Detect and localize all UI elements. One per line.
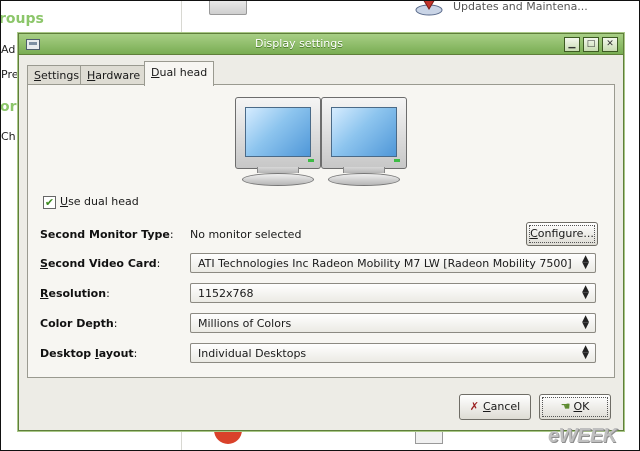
maximize-icon[interactable]: □ xyxy=(583,37,599,52)
desktop-layout-value: Individual Desktops xyxy=(198,347,307,360)
second-video-card-value: ATI Technologies Inc Radeon Mobility M7 … xyxy=(198,257,572,270)
tab-dual-head[interactable]: Dual head xyxy=(144,61,215,86)
background-heading-other: or xyxy=(0,99,17,115)
eweek-watermark: eWEEK xyxy=(548,425,617,447)
desktop-layout-text-b: ayout xyxy=(98,347,134,360)
second-monitor-type-text: Second Monitor Type xyxy=(40,228,170,241)
second-video-card-select[interactable]: ATI Technologies Inc Radeon Mobility M7 … xyxy=(190,253,596,273)
dialog-titlebar[interactable]: Display settings ▁ □ ✕ xyxy=(19,34,623,55)
updown-arrows-icon: ▲ ▼ xyxy=(582,344,589,361)
dual-head-panel: ✔ Use dual head Second Monitor Type: No … xyxy=(27,84,615,378)
use-dual-head-mnemonic: U xyxy=(60,195,69,208)
desktop-layout-label: Desktop layout: xyxy=(40,347,138,360)
dialog-title: Display settings xyxy=(255,37,343,50)
monitor-icon-primary xyxy=(235,97,321,186)
tab-settings-label: ettings xyxy=(40,69,80,82)
second-monitor-type-value: No monitor selected xyxy=(190,228,302,241)
monitor-icon-secondary xyxy=(321,97,407,186)
updown-arrows-icon: ▲ ▼ xyxy=(582,254,589,271)
close-icon[interactable]: ✕ xyxy=(602,37,618,52)
use-dual-head-text: se dual head xyxy=(68,195,139,208)
cancel-mnemonic: C xyxy=(482,400,491,413)
background-item-preferences: Pre xyxy=(1,68,19,81)
background-item-add: Ad xyxy=(1,43,16,56)
second-video-card-mnemonic: S xyxy=(40,257,48,270)
background-app-icon xyxy=(209,1,247,15)
use-dual-head-checkbox[interactable]: ✔ xyxy=(43,196,56,209)
resolution-label: Resolution: xyxy=(40,287,110,300)
updown-arrows-icon: ▲ ▼ xyxy=(582,314,589,331)
color-depth-value: Millions of Colors xyxy=(198,317,292,330)
background-updates-label: Updates and Maintena... xyxy=(453,0,588,13)
background-item-change: Ch xyxy=(1,130,16,143)
use-dual-head-label[interactable]: Use dual head xyxy=(60,195,139,208)
display-settings-dialog: Display settings ▁ □ ✕ Settings Hardware… xyxy=(18,33,624,431)
tab-hardware-label: ardware xyxy=(95,69,141,82)
color-depth-select[interactable]: Millions of Colors ▲ ▼ xyxy=(190,313,596,333)
background-heading-groups: roups xyxy=(0,11,44,27)
updown-arrows-icon: ▲ ▼ xyxy=(582,284,589,301)
resolution-select[interactable]: 1152x768 ▲ ▼ xyxy=(190,283,596,303)
ok-button[interactable]: ☚ OK xyxy=(539,394,611,420)
cancel-label: ancel xyxy=(490,400,521,413)
color-depth-label: Color Depth: xyxy=(40,317,118,330)
tab-settings-mnemonic: S xyxy=(34,69,41,82)
second-video-card-text: econd Video Card xyxy=(47,257,157,270)
desktop-layout-text-a: Desktop xyxy=(40,347,95,360)
background-gray-icon xyxy=(415,429,443,444)
updates-icon xyxy=(415,1,443,16)
screen: roups Ad Pre or Ch Updates and Maintena.… xyxy=(0,0,640,451)
second-video-card-label: Second Video Card: xyxy=(40,257,161,270)
resolution-text: esolution xyxy=(48,287,107,300)
minimize-icon[interactable]: ▁ xyxy=(564,37,580,52)
desktop-layout-select[interactable]: Individual Desktops ▲ ▼ xyxy=(190,343,596,363)
configure-button[interactable]: Configure... xyxy=(526,222,598,246)
cancel-icon: ✗ xyxy=(469,400,479,413)
color-depth-text: Color Depth xyxy=(40,317,114,330)
tab-dual-head-label: ual head xyxy=(159,66,208,79)
cancel-button[interactable]: ✗ Cancel xyxy=(459,394,531,420)
resolution-value: 1152x768 xyxy=(198,287,254,300)
tab-hardware[interactable]: Hardware xyxy=(80,65,148,85)
second-monitor-type-label: Second Monitor Type: xyxy=(40,228,174,241)
tab-settings[interactable]: Settings xyxy=(27,65,87,85)
